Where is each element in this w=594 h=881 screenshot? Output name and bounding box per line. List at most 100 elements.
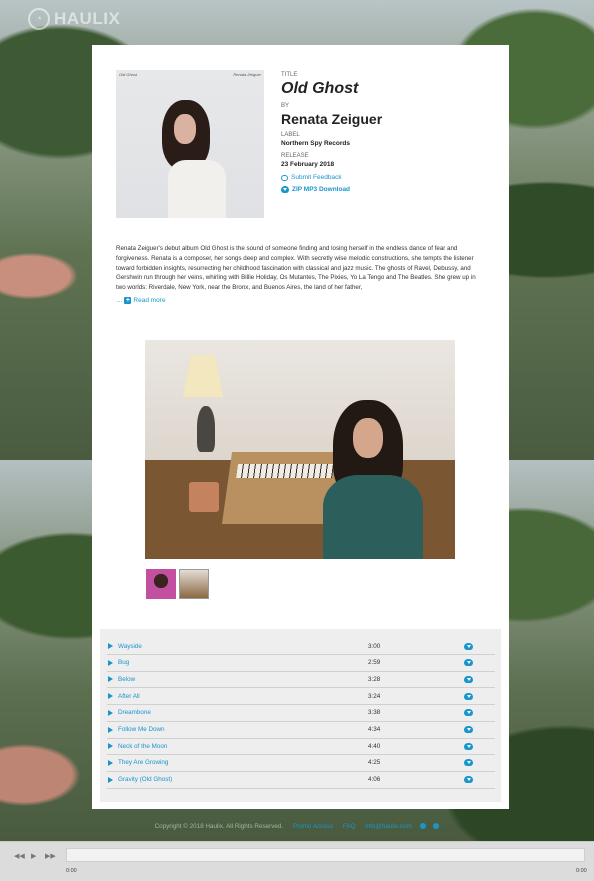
- play-icon[interactable]: [108, 726, 113, 733]
- facebook-icon[interactable]: [419, 823, 426, 830]
- thumbnail-1[interactable]: [146, 569, 176, 599]
- track-name[interactable]: Bug: [118, 659, 368, 666]
- play-icon[interactable]: [108, 693, 113, 700]
- cloud-download-icon[interactable]: [464, 675, 473, 683]
- haulix-logo[interactable]: ◔ HAULIX: [28, 8, 120, 30]
- play-icon[interactable]: [108, 743, 113, 750]
- cloud-download-icon[interactable]: [464, 659, 473, 667]
- haulix-logo-icon: ◔: [28, 8, 50, 30]
- track-duration: 3:38: [368, 709, 381, 717]
- previous-track-icon[interactable]: ◀◀: [14, 852, 25, 860]
- photo-keys: [236, 464, 334, 478]
- track-row[interactable]: Wayside 3:00: [107, 638, 495, 655]
- twitter-icon[interactable]: [433, 823, 440, 830]
- track-duration: 4:06: [368, 776, 381, 784]
- track-row[interactable]: Neck of the Moon 4:40: [107, 738, 495, 756]
- footer-link-email[interactable]: info@haulix.com: [365, 823, 412, 830]
- cover-title: Old Ghost: [119, 72, 138, 77]
- cover-figure-body: [168, 160, 226, 218]
- track-duration: 3:24: [368, 692, 381, 700]
- cloud-download-icon[interactable]: [464, 759, 473, 767]
- track-row[interactable]: They Are Growing 4:25: [107, 755, 495, 772]
- footer-link-promo-access[interactable]: Promo Access: [293, 823, 333, 830]
- play-icon[interactable]: [108, 759, 113, 766]
- cloud-download-icon[interactable]: [464, 692, 473, 700]
- track-row[interactable]: Below 3:28: [107, 671, 495, 689]
- tracklist: Wayside 3:00 Bug 2:59 Below 3:28 After All 3:24…: [100, 629, 501, 802]
- track-name[interactable]: Follow Me Down: [118, 726, 368, 733]
- album-cover: Old Ghost Renata Zeiguer: [116, 70, 264, 218]
- photo-figure-face: [353, 418, 383, 458]
- track-duration: 2:59: [368, 659, 381, 667]
- cover-artist: Renata Zeiguer: [233, 72, 261, 77]
- track-duration: 3:00: [368, 642, 381, 650]
- speech-bubble-icon: [281, 174, 288, 181]
- play-icon[interactable]: [108, 676, 113, 683]
- time-total: 0:00: [576, 868, 587, 874]
- artist-photo[interactable]: [145, 340, 455, 559]
- cloud-download-icon[interactable]: [464, 709, 473, 717]
- release-date: 23 February 2018: [281, 161, 335, 168]
- next-track-icon[interactable]: ▶▶: [45, 852, 56, 860]
- submit-feedback-label: Submit Feedback: [291, 174, 342, 181]
- photo-thumbnails: [146, 569, 209, 599]
- audio-player: ◀◀ ▶ ▶▶ 0:00 0:00: [0, 841, 594, 881]
- progress-bar[interactable]: [66, 848, 585, 862]
- by-label: BY: [281, 103, 290, 109]
- track-name[interactable]: They Are Growing: [118, 759, 368, 766]
- track-row[interactable]: Follow Me Down 4:34: [107, 722, 495, 739]
- read-more-label: Read more: [133, 297, 166, 304]
- photo-figure-body: [323, 475, 423, 559]
- track-row[interactable]: Bug 2:59: [107, 655, 495, 672]
- copyright: Copyright © 2018 Haulix. All Rights Rese…: [154, 823, 284, 830]
- read-more-link[interactable]: ... + Read more: [117, 297, 166, 304]
- track-duration: 4:40: [368, 742, 381, 750]
- play-icon[interactable]: [108, 776, 113, 783]
- track-duration: 4:25: [368, 759, 381, 767]
- submit-feedback-link[interactable]: Submit Feedback: [281, 174, 491, 181]
- track-name[interactable]: Below: [118, 676, 368, 683]
- cloud-download-icon[interactable]: [464, 776, 473, 784]
- footer-link-faq[interactable]: FAQ: [343, 823, 356, 830]
- track-row[interactable]: Gravity (Old Ghost) 4:06: [107, 772, 495, 789]
- photo-glass: [189, 482, 219, 512]
- record-label: Northern Spy Records: [281, 140, 350, 147]
- track-duration: 3:28: [368, 675, 381, 683]
- time-elapsed: 0:00: [66, 868, 77, 874]
- cover-header: Old Ghost Renata Zeiguer: [119, 72, 261, 77]
- footer: Copyright © 2018 Haulix. All Rights Rese…: [0, 823, 594, 830]
- play-icon[interactable]: [108, 709, 113, 716]
- zip-download-label: ZIP MP3 Download: [292, 186, 351, 193]
- cover-figure-face: [174, 114, 196, 144]
- brand-name: HAULIX: [54, 9, 121, 28]
- track-name[interactable]: Dreambone: [118, 709, 368, 716]
- track-name[interactable]: After All: [118, 693, 368, 700]
- album-description: Renata Zeiguer's debut album Old Ghost i…: [116, 245, 476, 292]
- track-name[interactable]: Wayside: [118, 643, 368, 650]
- track-duration: 4:34: [368, 726, 381, 733]
- thumbnail-2[interactable]: [179, 569, 209, 599]
- track-name[interactable]: Gravity (Old Ghost): [118, 776, 368, 783]
- photo-vase: [197, 406, 215, 452]
- cloud-download-icon: [281, 186, 289, 193]
- plus-icon: +: [124, 297, 132, 304]
- zip-download-link[interactable]: ZIP MP3 Download: [281, 186, 491, 193]
- track-row[interactable]: After All 3:24: [107, 688, 495, 706]
- album-card: Old Ghost Renata Zeiguer TITLE Old Ghost…: [92, 45, 509, 809]
- play-icon[interactable]: [108, 643, 113, 649]
- album-meta: TITLE Old Ghost BY Renata Zeiguer LABEL …: [281, 72, 491, 198]
- artist-name: Renata Zeiguer: [281, 111, 383, 127]
- photo-lamp: [183, 355, 223, 397]
- track-row[interactable]: Dreambone 3:38: [107, 705, 495, 722]
- title-label: TITLE: [281, 72, 298, 78]
- track-name[interactable]: Neck of the Moon: [118, 743, 368, 750]
- read-more-ellipsis: ...: [117, 297, 123, 304]
- cloud-download-icon[interactable]: [464, 642, 473, 650]
- play-icon[interactable]: [108, 659, 113, 666]
- cloud-download-icon[interactable]: [464, 726, 473, 733]
- label-label: LABEL: [281, 132, 300, 138]
- album-title: Old Ghost: [281, 80, 359, 97]
- cloud-download-icon[interactable]: [464, 742, 473, 750]
- release-label: RELEASE: [281, 153, 309, 159]
- play-icon[interactable]: ▶: [31, 852, 36, 860]
